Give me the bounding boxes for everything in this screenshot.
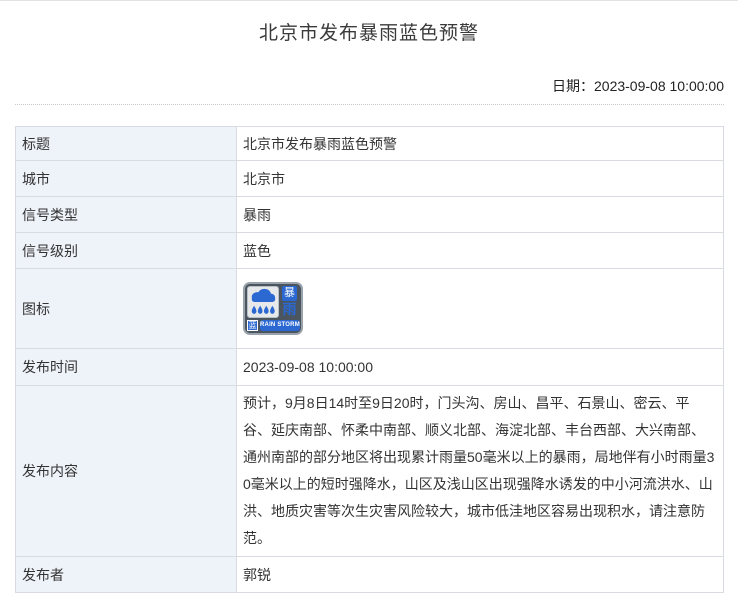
publish-time-row: 发布时间 2023-09-08 10:00:00 xyxy=(16,349,724,386)
title-row: 标题 北京市发布暴雨蓝色预警 xyxy=(16,127,724,161)
warning-char-top: 暴 xyxy=(282,286,297,301)
icon-row: 图标 xyxy=(16,269,724,349)
warning-char-bottom: 雨 xyxy=(283,301,297,317)
signal-level-label-cell: 信号级别 xyxy=(16,233,237,269)
icon-value-cell: 暴 雨 蓝 RAIN STORM xyxy=(237,269,724,349)
publish-time-label-cell: 发布时间 xyxy=(16,349,237,386)
publisher-label-cell: 发布者 xyxy=(16,557,237,593)
dotted-separator xyxy=(15,104,724,105)
rain-cloud-icon xyxy=(247,286,279,318)
content-label-cell: 发布内容 xyxy=(16,386,237,557)
warning-detail-table: 标题 北京市发布暴雨蓝色预警 城市 北京市 信号类型 暴雨 信号级别 蓝色 图标 xyxy=(15,126,724,593)
signal-level-row: 信号级别 蓝色 xyxy=(16,233,724,269)
warning-en-label: RAIN STORM xyxy=(260,320,300,331)
title-value-cell: 北京市发布暴雨蓝色预警 xyxy=(237,127,724,161)
warning-detail-page: 北京市发布暴雨蓝色预警 日期：2023-09-08 10:00:00 标题 北京… xyxy=(0,1,738,593)
page-title: 北京市发布暴雨蓝色预警 xyxy=(0,1,738,45)
content-value-cell: 预计，9月8日14时至9日20时，门头沟、房山、昌平、石景山、密云、平谷、延庆南… xyxy=(237,386,724,557)
content-row: 发布内容 预计，9月8日14时至9日20时，门头沟、房山、昌平、石景山、密云、平… xyxy=(16,386,724,557)
date-value: 2023-09-08 10:00:00 xyxy=(594,78,724,94)
warning-icon-bottom: 蓝 RAIN STORM xyxy=(247,320,299,331)
publish-date-line: 日期：2023-09-08 10:00:00 xyxy=(0,76,724,96)
city-row: 城市 北京市 xyxy=(16,161,724,197)
publisher-row: 发布者 郭锐 xyxy=(16,557,724,593)
warning-level-badge: 蓝 xyxy=(247,320,258,331)
city-label-cell: 城市 xyxy=(16,161,237,197)
signal-type-value-cell: 暴雨 xyxy=(237,197,724,233)
rainstorm-blue-warning-icon: 暴 雨 蓝 RAIN STORM xyxy=(243,282,303,335)
signal-type-row: 信号类型 暴雨 xyxy=(16,197,724,233)
warning-icon-top: 暴 雨 xyxy=(247,286,299,318)
icon-label-cell: 图标 xyxy=(16,269,237,349)
warning-type-chars: 暴 雨 xyxy=(279,286,299,318)
date-label: 日期： xyxy=(552,78,594,94)
city-value-cell: 北京市 xyxy=(237,161,724,197)
title-label-cell: 标题 xyxy=(16,127,237,161)
publish-time-value-cell: 2023-09-08 10:00:00 xyxy=(237,349,724,386)
signal-type-label-cell: 信号类型 xyxy=(16,197,237,233)
signal-level-value-cell: 蓝色 xyxy=(237,233,724,269)
publisher-value-cell: 郭锐 xyxy=(237,557,724,593)
